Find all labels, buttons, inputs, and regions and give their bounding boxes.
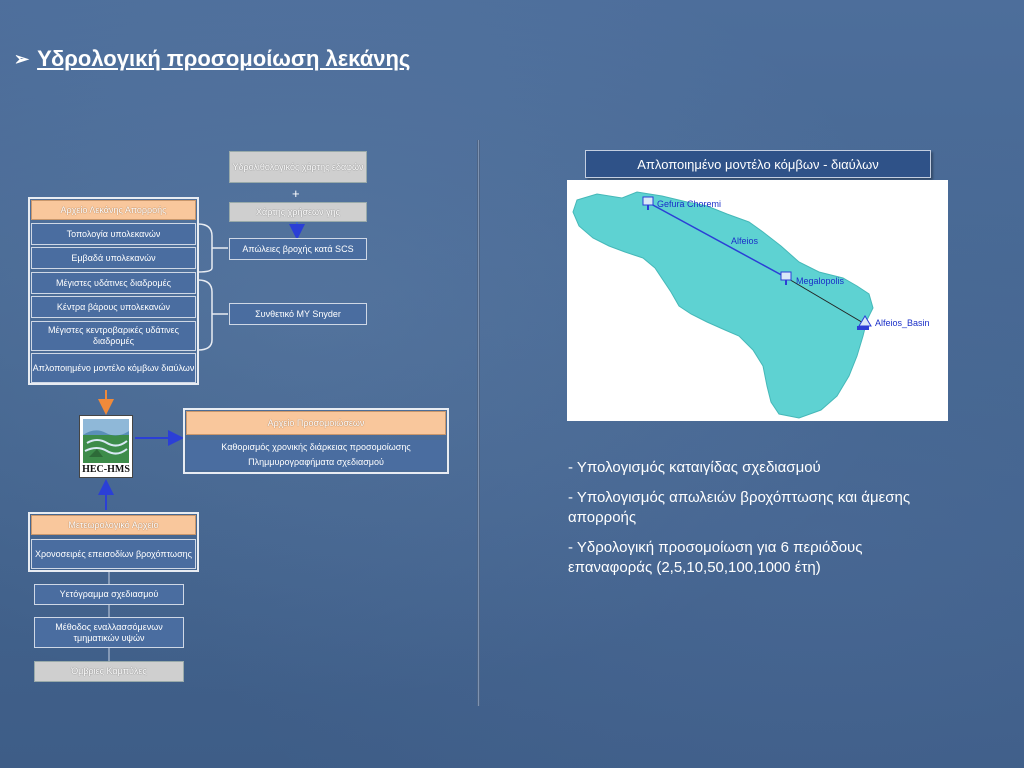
basin-file-header: Αρχείο Λεκάνης Απορροής [31, 200, 196, 220]
hec-hms-icon [83, 419, 129, 463]
meteo-file-header: Μετεωρολογικό Αρχείο [31, 515, 196, 535]
basin-item-areas: Εμβαδά υπολεκανών [31, 247, 196, 269]
simulation-file-header: Αρχείο Προσομοιώσεων [186, 411, 446, 435]
basin-map: Gefura Choremi Megalopolis Alfeios_Basin… [567, 180, 948, 421]
brace-snyder [197, 279, 213, 351]
bullet-simulation: - Υδρολογική προσομοίωση για 6 περιόδους… [568, 539, 863, 576]
basin-item-topology: Τοπολογία υπολεκανών [31, 223, 196, 245]
meteo-item-rain-series: Χρονοσειρές επεισοδίων βροχόπτωσης [31, 539, 196, 569]
reach-label-alfeios: Alfeios [731, 236, 759, 246]
basin-item-centroids: Κέντρα βάρους υπολεκανών [31, 296, 196, 318]
map-title: Απλοποιημένο μοντέλο κόμβων - διαύλων [585, 150, 931, 178]
alternating-blocks-box: Μέθοδος εναλλασσόμενων τμηματικών υψών [34, 617, 184, 648]
node-label-gefura: Gefura Choremi [657, 199, 721, 209]
basin-shape [572, 191, 874, 419]
idf-curves-box: Όμβριες Καμπύλες [34, 661, 184, 682]
scs-losses-box: Απώλειες βροχής κατά SCS [229, 238, 367, 260]
hyetograph-box: Υετόγραμμα σχεδιασμού [34, 584, 184, 605]
brace-scs [197, 223, 213, 273]
hec-hms-logo: HEC-HMS [79, 415, 133, 478]
basin-map-drawing: Gefura Choremi Megalopolis Alfeios_Basin… [572, 191, 930, 419]
vertical-divider [477, 140, 480, 706]
node-label-megalopolis: Megalopolis [796, 276, 845, 286]
results-list: - Υπολογισμός καταιγίδας σχεδιασμού - Υπ… [568, 458, 948, 588]
snyder-box: Συνθετικό ΜΥ Snyder [229, 303, 367, 325]
basin-item-flow-paths: Μέγιστες υδάτινες διαδρομές [31, 272, 196, 294]
bullet-storm: - Υπολογισμός καταιγίδας σχεδιασμού [568, 459, 821, 476]
land-use-map-box: Χάρτης χρήσεων γης [229, 202, 367, 222]
plus-sign: + [292, 186, 300, 201]
bullet-losses: - Υπολογισμός απωλειών βροχόπτωσης και ά… [568, 489, 911, 526]
simulation-line-1: Καθορισμός χρονικής διάρκειας προσομοίωσ… [186, 440, 446, 455]
node-label-basin: Alfeios_Basin [875, 318, 930, 328]
hec-hms-label: HEC-HMS [82, 464, 130, 475]
basin-item-node-model: Απλοποιημένο μοντέλο κόμβων διαύλων [31, 353, 196, 383]
soil-map-box: Υδρολιθολογικός χάρτης εδαφών [229, 151, 367, 183]
basin-item-centroid-paths: Μέγιστες κεντροβαρικές υδάτινες διαδρομέ… [31, 321, 196, 351]
simulation-line-2: Πλημμυρογραφήματα σχεδιασμού [186, 455, 446, 470]
